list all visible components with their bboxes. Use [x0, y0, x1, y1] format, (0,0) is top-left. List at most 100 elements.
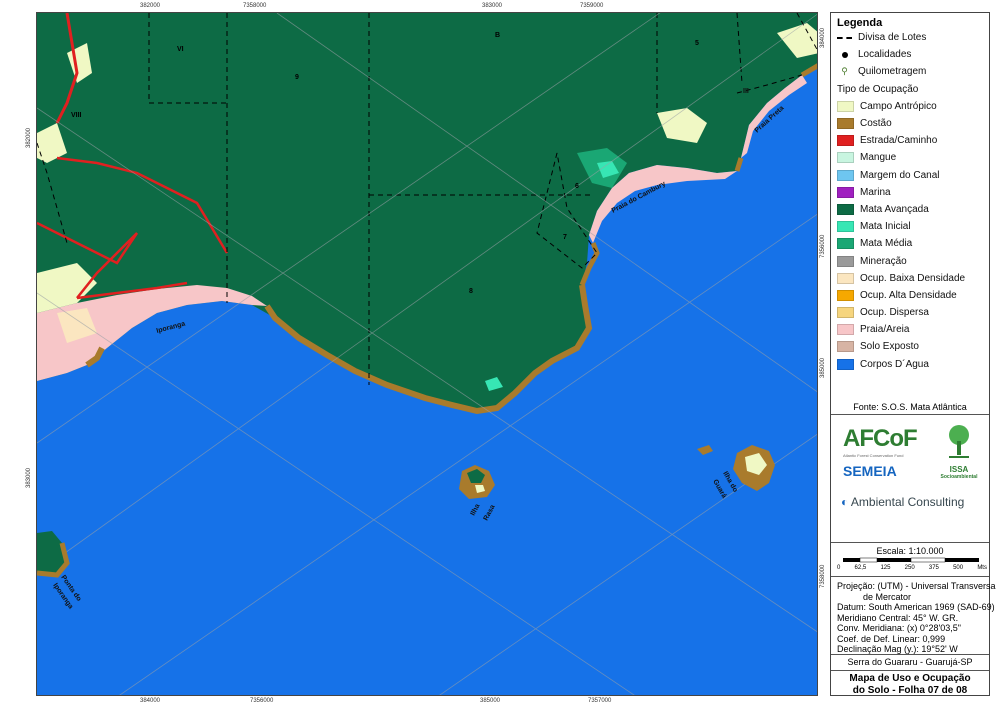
legend-swatch: [837, 169, 854, 181]
legend-source: Fonte: S.O.S. Mata Atlântica: [853, 402, 967, 412]
map-title-1: Mapa de Uso e Ocupação: [849, 673, 971, 684]
legend-swatch: [837, 341, 854, 353]
lot-label-viii: VIII: [71, 112, 82, 119]
legend-label: Estrada/Caminho: [860, 135, 938, 147]
logos-box: AFCoF Atlantic Forest Conservation Fund S…: [831, 415, 989, 543]
legend-row-localidades: Localidades: [831, 46, 989, 63]
scale-label: Escala: 1:10.000: [876, 546, 944, 556]
legend-class-row: Costão: [831, 115, 989, 132]
legend-label: Quilometragem: [858, 66, 927, 78]
legend-swatch: [837, 289, 854, 301]
bottom-tick: 7356000: [250, 698, 274, 704]
legend-label: Marina: [860, 186, 891, 198]
legend-label: Margem do Canal: [860, 169, 940, 181]
legend-class-row: Corpos D´Agua: [831, 356, 989, 373]
left-tick: 382000: [26, 127, 32, 148]
occupation-title: Tipo de Ocupação: [837, 83, 919, 95]
top-tick: 383000: [482, 3, 503, 9]
legend-swatch: [837, 152, 854, 164]
legend-swatch: [837, 358, 854, 370]
right-tick: 7356000: [820, 234, 826, 258]
legend-class-row: Ocup. Baixa Densidade: [831, 270, 989, 287]
legend-swatch: [837, 221, 854, 233]
lot-label-9: 9: [295, 74, 299, 81]
lot-label-b: B: [495, 32, 500, 39]
right-tick: 384000: [820, 27, 826, 48]
legend-class-row: Solo Exposto: [831, 338, 989, 355]
legend-swatch: [837, 272, 854, 284]
side-panel: Legenda Divisa de Lotes Localidades ⚲ Qu…: [830, 12, 996, 696]
dash-symbol: [837, 36, 852, 39]
legend-class-row: Mata Média: [831, 235, 989, 252]
km-marker: III: [743, 88, 749, 95]
legend-label: Divisa de Lotes: [858, 32, 927, 44]
legend-title: Legenda: [837, 17, 883, 29]
legend-label: Ocup. Dispersa: [860, 307, 929, 319]
legend-label: Mangue: [860, 152, 897, 164]
lot-label-5: 5: [695, 40, 699, 47]
legend-label: Mata Avançada: [860, 203, 929, 215]
legend-class-row: Mineração: [831, 252, 989, 269]
legend-swatch: [837, 324, 854, 336]
legend-label: Mata Inicial: [860, 221, 911, 233]
issa-logo: ISSA Socioambiental: [939, 423, 979, 480]
legend-box: Legenda Divisa de Lotes Localidades ⚲ Qu…: [831, 13, 989, 415]
map-canvas: VI 9 B 5 VIII 6 7 8 Iporanga Praia do Ca…: [37, 13, 817, 695]
bottom-tick: 384000: [140, 698, 161, 704]
left-tick: 383000: [26, 467, 32, 488]
dot-symbol: [837, 51, 852, 58]
legend-label: Ocup. Alta Densidade: [860, 289, 957, 301]
legend-swatch: [837, 238, 854, 250]
lot-label-vi: VI: [177, 46, 184, 53]
legend-class-row: Mangue: [831, 149, 989, 166]
legend-class-row: Mata Avançada: [831, 201, 989, 218]
legend-class-row: Ocup. Dispersa: [831, 304, 989, 321]
title-box: Mapa de Uso e Ocupação do Solo - Folha 0…: [831, 671, 989, 696]
km-symbol: ⚲: [841, 66, 848, 77]
legend-swatch: [837, 255, 854, 267]
legend-label: Ocup. Baixa Densidade: [860, 272, 966, 284]
legend-row-divisa: Divisa de Lotes: [831, 29, 989, 46]
lot-label-6: 6: [575, 183, 579, 190]
legend-class-row: Marina: [831, 184, 989, 201]
lot-label-7: 7: [563, 234, 567, 241]
scale-box: Escala: 1:10.000 0 62,5 125 250 375 500 Mts: [831, 543, 989, 577]
right-tick: 7358000: [820, 564, 826, 588]
projection-text: Projeção: (UTM) - Universal Transversa d…: [837, 581, 996, 654]
location-box: Serra do Guararu - Guarujá-SP: [831, 655, 989, 671]
right-tick: 385000: [820, 357, 826, 378]
legend-class-row: Praia/Areia: [831, 321, 989, 338]
legend-swatch: [837, 203, 854, 215]
legend-label: Mineração: [860, 255, 907, 267]
legend-label: Localidades: [858, 49, 912, 61]
bottom-tick: 7357000: [588, 698, 612, 704]
legend-swatch: [837, 118, 854, 130]
projection-box: Projeção: (UTM) - Universal Transversa d…: [831, 577, 996, 655]
legend-row-quilometragem: ⚲ Quilometragem: [831, 63, 989, 80]
land-use-map[interactable]: VI 9 B 5 VIII 6 7 8 Iporanga Praia do Ca…: [36, 12, 818, 696]
legend-label: Praia/Areia: [860, 324, 910, 336]
legend-class-row: Campo Antrópico: [831, 98, 989, 115]
location-text: Serra do Guararu - Guarujá-SP: [847, 657, 973, 667]
top-tick: 7359000: [580, 3, 604, 9]
legend-label: Solo Exposto: [860, 341, 919, 353]
legend-swatch: [837, 186, 854, 198]
tree-icon: [949, 425, 969, 458]
legend-label: Costão: [860, 118, 892, 130]
legend-class-row: Mata Inicial: [831, 218, 989, 235]
lot-label-8: 8: [469, 288, 473, 295]
top-tick: 382000: [140, 3, 161, 9]
legend-class-row: Margem do Canal: [831, 167, 989, 184]
legend-label: Corpos D´Agua: [860, 358, 929, 370]
legend-swatch: [837, 307, 854, 319]
legend-swatch: [837, 100, 854, 112]
legend-classes: Campo Antrópico Costão Estrada/Caminho Mang…: [831, 98, 989, 373]
legend-label: Mata Média: [860, 238, 913, 250]
map-title-2: do Solo - Folha 07 de 08: [852, 685, 968, 696]
legend-label: Campo Antrópico: [860, 100, 937, 112]
legend-swatch: [837, 135, 854, 147]
scale-ticks: 0 62,5 125 250 375 500 Mts: [837, 565, 987, 571]
top-tick: 7358000: [243, 3, 267, 9]
legend-class-row: Estrada/Caminho: [831, 132, 989, 149]
bottom-tick: 385000: [480, 698, 501, 704]
